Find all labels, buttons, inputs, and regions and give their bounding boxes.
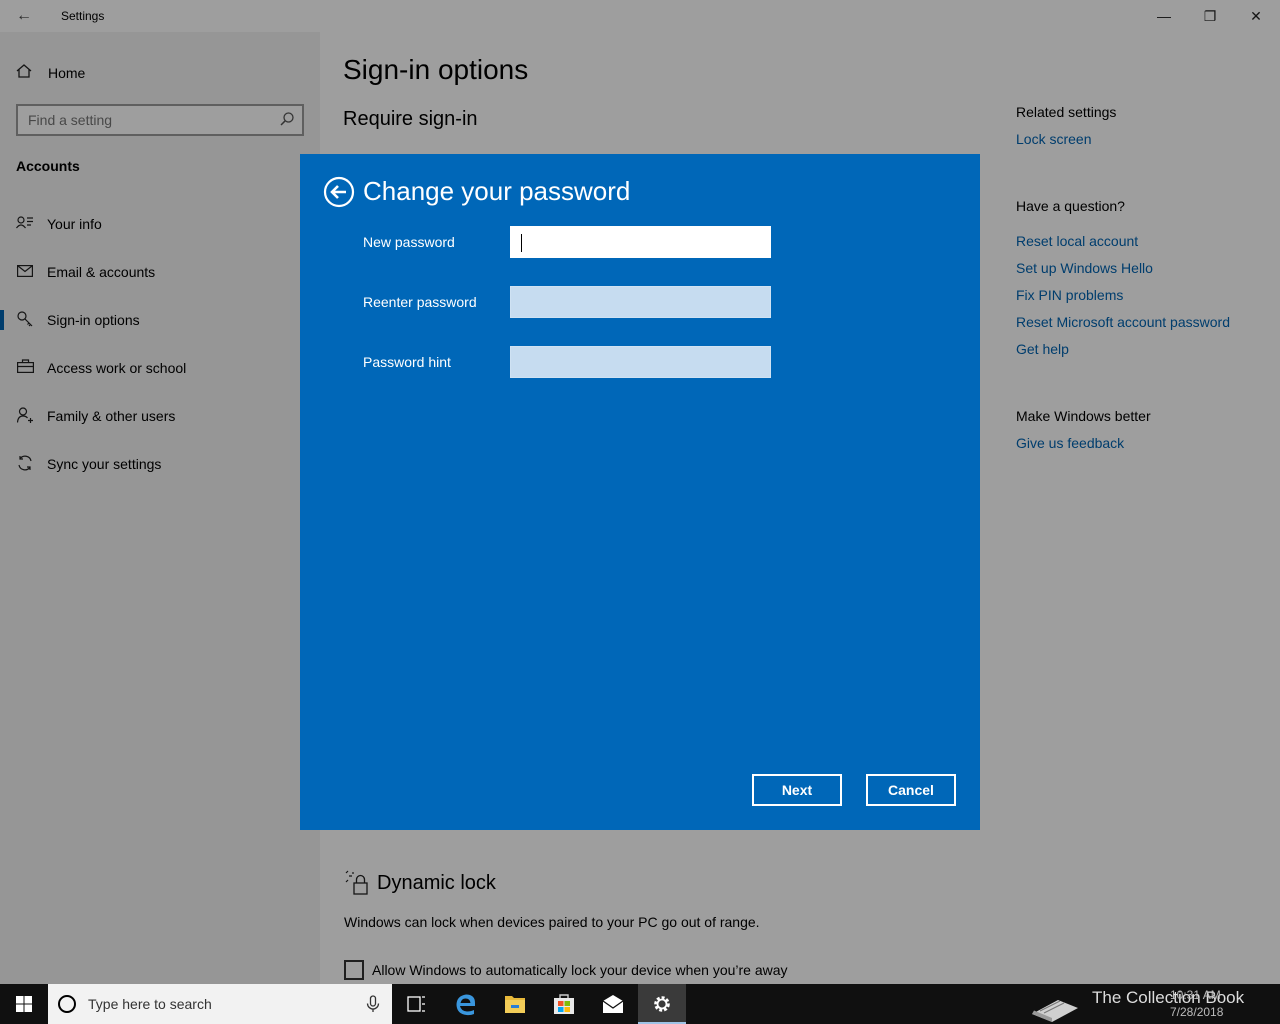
new-password-field[interactable] xyxy=(510,226,771,258)
task-view-icon[interactable] xyxy=(392,984,440,1024)
reenter-password-input[interactable] xyxy=(511,287,770,317)
password-hint-field[interactable] xyxy=(510,346,771,378)
settings-icon[interactable] xyxy=(638,984,686,1024)
mail-icon[interactable] xyxy=(589,984,637,1024)
taskbar-search-placeholder: Type here to search xyxy=(88,996,212,1012)
file-explorer-icon[interactable] xyxy=(491,984,539,1024)
dialog-back-icon[interactable] xyxy=(323,176,355,208)
microphone-icon[interactable] xyxy=(364,995,382,1013)
password-hint-input[interactable] xyxy=(511,347,770,377)
start-button[interactable] xyxy=(0,984,48,1024)
text-caret xyxy=(521,234,522,252)
change-password-dialog: Change your password New password Reente… xyxy=(300,154,980,830)
next-button[interactable]: Next xyxy=(752,774,842,806)
windows-logo-icon xyxy=(16,996,32,1012)
new-password-label: New password xyxy=(363,234,455,250)
clock-date[interactable]: 7/28/2018 xyxy=(1170,1005,1223,1019)
clock-time[interactable]: 10:31 AM xyxy=(1170,988,1221,1002)
cancel-button[interactable]: Cancel xyxy=(866,774,956,806)
reenter-password-label: Reenter password xyxy=(363,294,477,310)
book-logo-icon xyxy=(1032,1000,1078,1022)
taskbar-search-box[interactable]: Type here to search xyxy=(48,984,392,1024)
cortana-icon[interactable] xyxy=(58,995,76,1013)
new-password-input[interactable] xyxy=(512,228,769,256)
dialog-title: Change your password xyxy=(363,176,631,206)
edge-icon[interactable] xyxy=(442,984,490,1024)
password-hint-label: Password hint xyxy=(363,354,451,370)
store-icon[interactable] xyxy=(540,984,588,1024)
reenter-password-field[interactable] xyxy=(510,286,771,318)
taskbar: Type here to search The Collection Book … xyxy=(0,984,1280,1024)
